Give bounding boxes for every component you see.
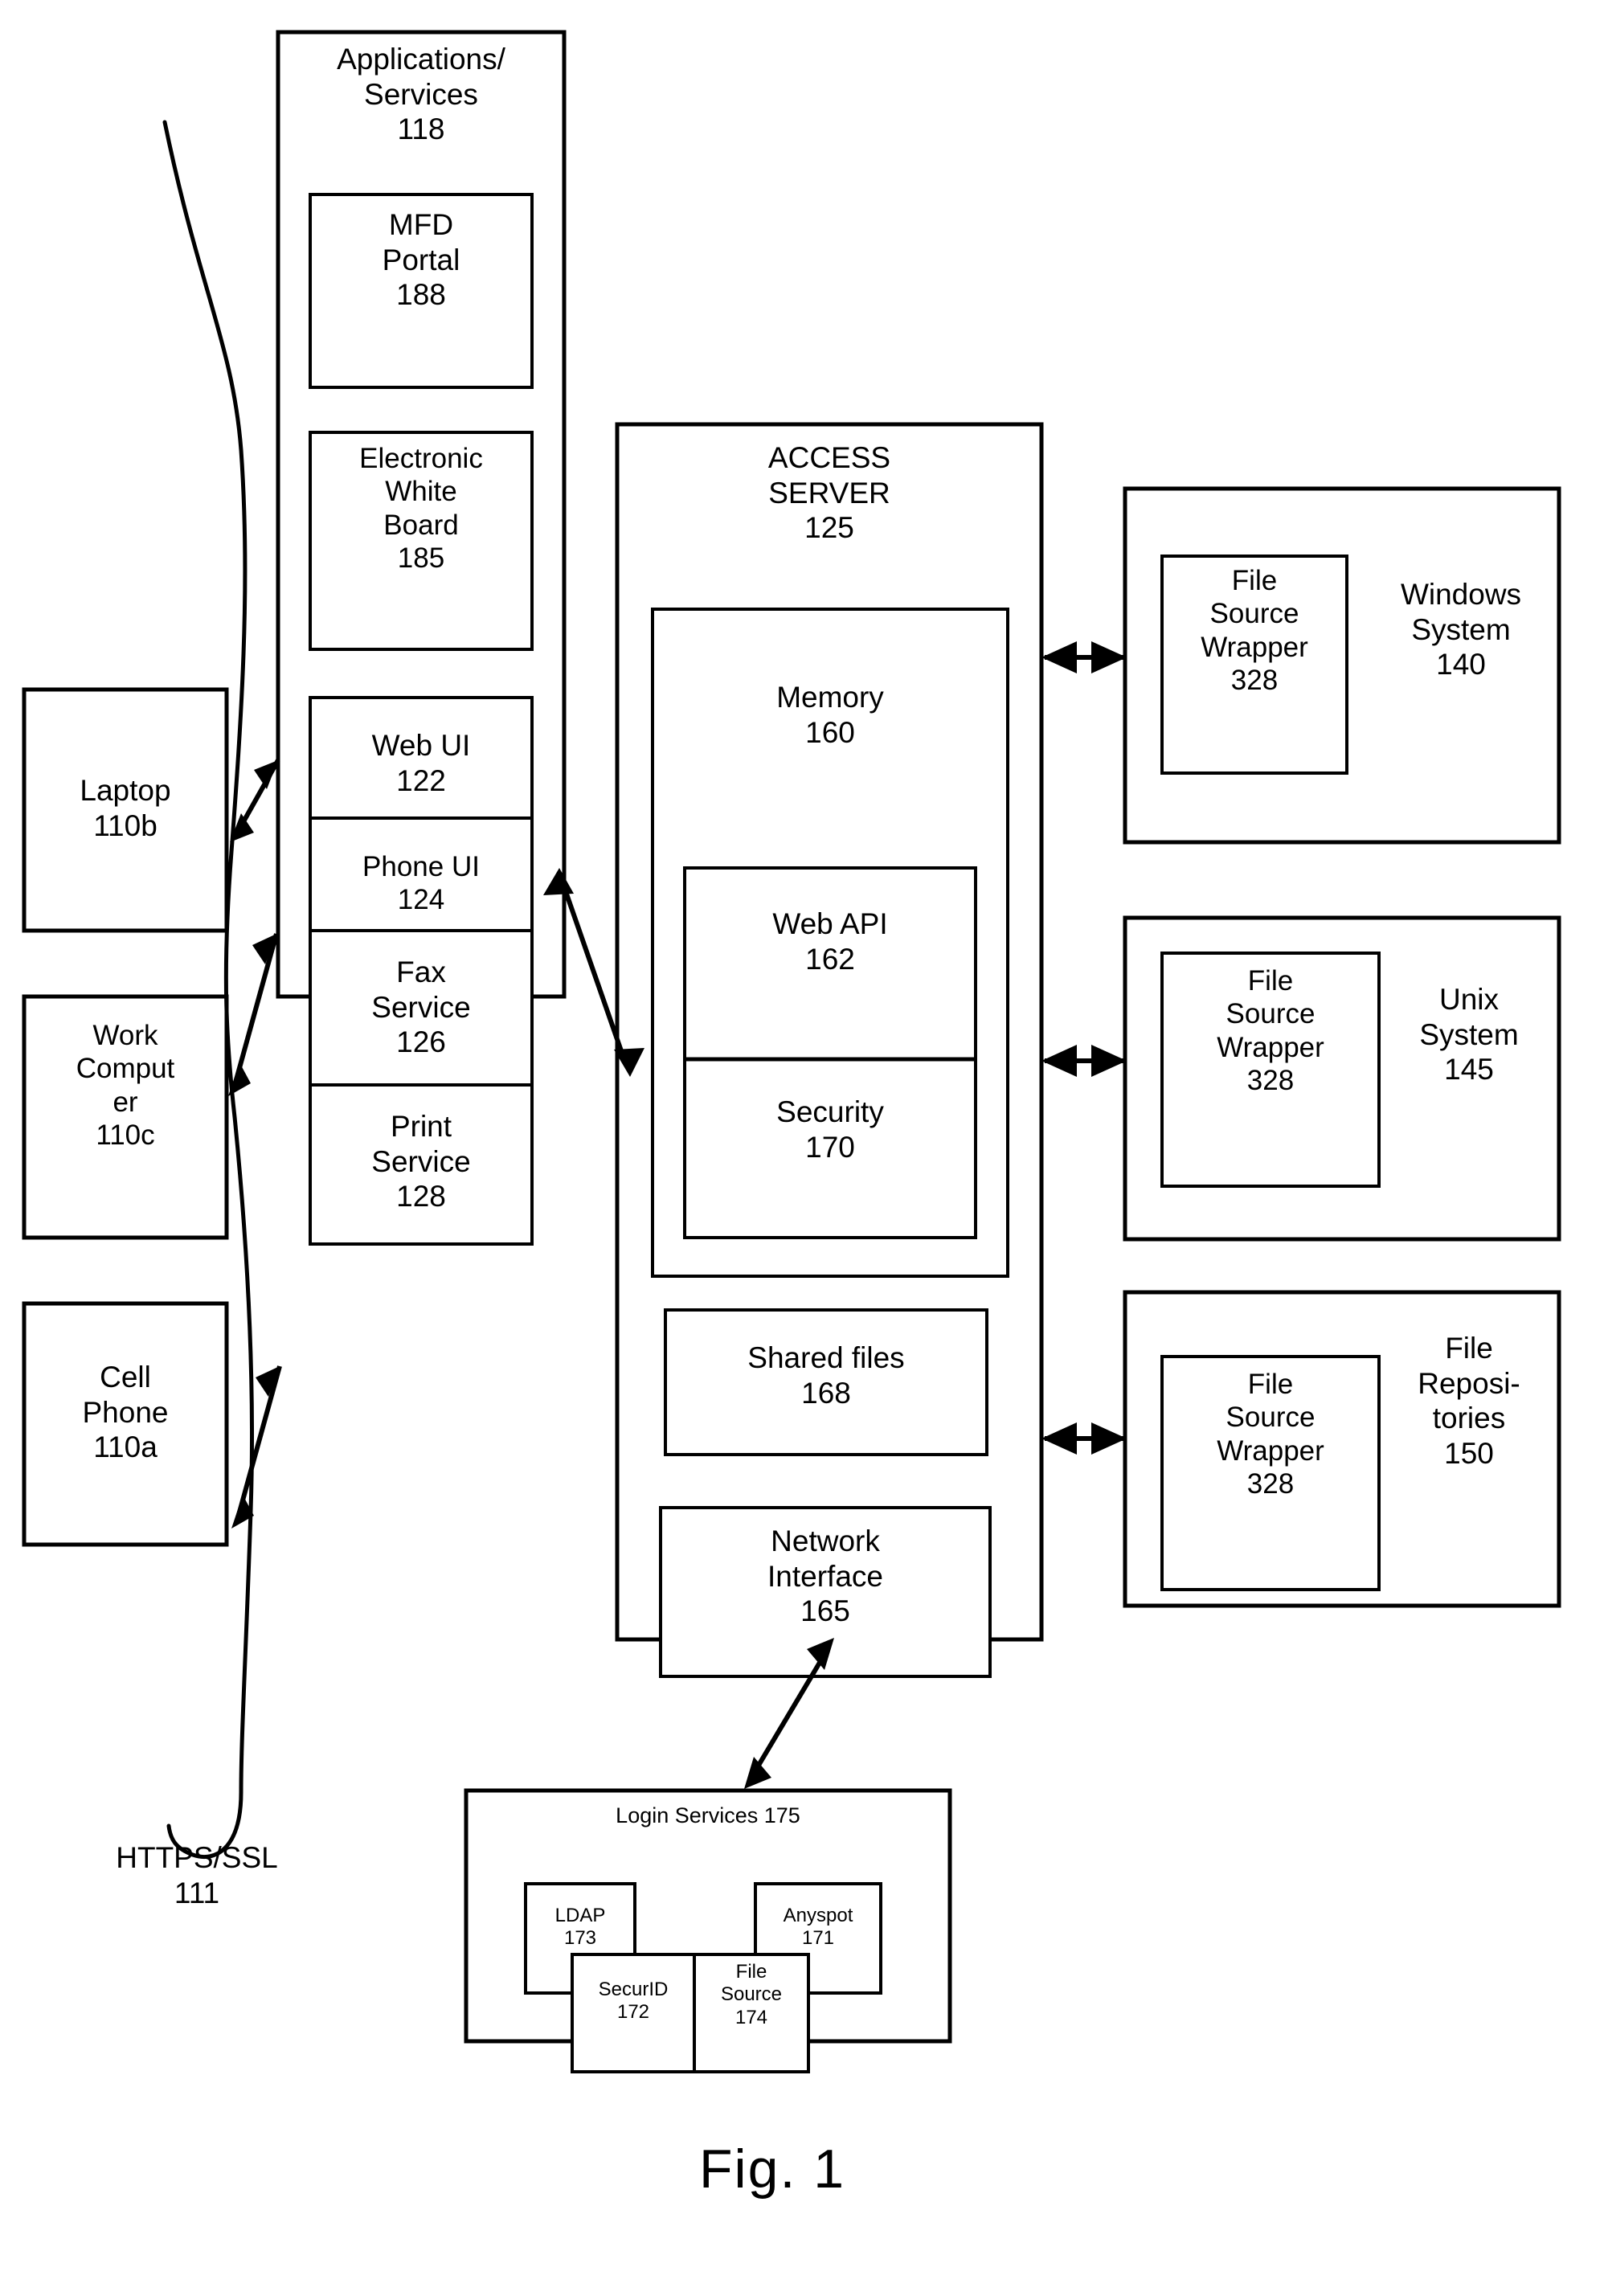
work-computer-box xyxy=(22,994,229,1240)
web-api-security-box xyxy=(683,866,977,1239)
arrow-access-to-file-repositories-head-left xyxy=(1041,1422,1077,1455)
arrow-laptop-to-services-head-up xyxy=(254,760,278,789)
securid-box xyxy=(571,1953,696,2073)
patent-figure-1: Applications/ Services 118 MFD Portal 18… xyxy=(0,0,1604,2296)
arrow-access-to-unix-head-left xyxy=(1041,1045,1077,1077)
file-repositories-file-source-wrapper-box xyxy=(1160,1355,1381,1591)
figure-caption: Fig. 1 xyxy=(699,2138,846,2200)
shared-files-box xyxy=(664,1308,988,1456)
arrow-access-to-file-repositories-head-right xyxy=(1091,1422,1127,1455)
print-service-box xyxy=(309,1083,534,1246)
arrow-access-to-login-services-head-down xyxy=(744,1757,771,1789)
arrow-access-to-unix-head-right xyxy=(1091,1045,1127,1077)
file-source-box xyxy=(693,1953,810,2073)
laptop-box xyxy=(22,687,229,933)
web-ui-box xyxy=(309,696,534,839)
arrow-access-to-windows-head-left xyxy=(1041,641,1077,673)
mfd-portal-box xyxy=(309,193,534,389)
electronic-white-board-box xyxy=(309,431,534,651)
arrow-access-to-windows-head-right xyxy=(1091,641,1127,673)
diagram-canvas xyxy=(22,30,1561,2073)
fax-service-box xyxy=(309,929,534,1091)
windows-file-source-wrapper-box xyxy=(1160,555,1348,775)
cell-phone-box xyxy=(22,1301,229,1547)
https-ssl-network-line xyxy=(162,120,255,1860)
unix-file-source-wrapper-box xyxy=(1160,952,1381,1188)
